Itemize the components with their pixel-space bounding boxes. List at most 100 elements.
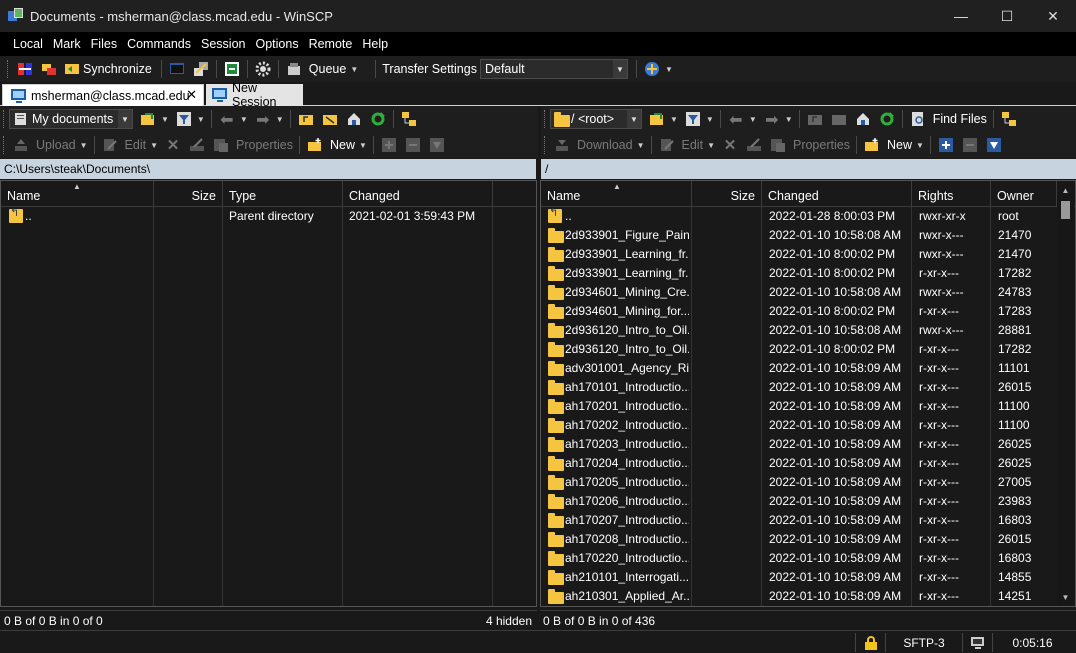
scroll-up-icon[interactable]: ▲ [1057, 182, 1074, 198]
compare-directories-icon[interactable] [14, 58, 36, 80]
menu-commands[interactable]: Commands [122, 37, 196, 51]
table-row[interactable]: 2d933901_Learning_fr... 2022-01-10 8:00:0… [541, 245, 1075, 264]
home-directory-icon[interactable] [343, 108, 365, 130]
select-all-icon[interactable] [983, 134, 1005, 156]
transfer-options-icon[interactable] [641, 58, 663, 80]
filter-dropdown-icon[interactable]: ▼ [706, 115, 714, 124]
queue-icon[interactable] [283, 58, 305, 80]
local-hidden-count[interactable]: 4 hidden [486, 614, 532, 628]
menu-files[interactable]: Files [86, 37, 122, 51]
properties-icon[interactable] [210, 134, 232, 156]
preferences-gear-icon[interactable] [252, 58, 274, 80]
table-row[interactable]: ah210301_Applied_Ar... 2022-01-10 10:58:0… [541, 587, 1075, 606]
menu-session[interactable]: Session [196, 37, 250, 51]
remote-location-select[interactable]: / <root> ▼ [550, 109, 642, 129]
queue-button[interactable]: Queue [306, 62, 350, 76]
close-icon[interactable]: ✕ [186, 87, 197, 103]
edit-dropdown-icon[interactable]: ▼ [707, 141, 715, 150]
parent-directory-icon[interactable] [804, 108, 826, 130]
column-name[interactable]: ▲ Name [541, 181, 692, 207]
properties-icon[interactable] [767, 134, 789, 156]
table-row[interactable]: ah170220_Introductio... 2022-01-10 10:58:… [541, 549, 1075, 568]
open-directory-icon[interactable] [137, 108, 159, 130]
table-row[interactable]: ah170202_Introductio... 2022-01-10 10:58:… [541, 416, 1075, 435]
properties-button[interactable]: Properties [233, 138, 296, 152]
open-directory-dropdown-icon[interactable]: ▼ [161, 115, 169, 124]
local-path-bar[interactable]: C:\Users\steak\Documents\ [0, 159, 536, 179]
back-arrow-icon[interactable]: ⬅ [725, 108, 747, 130]
back-arrow-icon[interactable]: ⬅ [216, 108, 238, 130]
download-icon[interactable] [551, 134, 573, 156]
root-directory-icon[interactable] [319, 108, 341, 130]
select-files-icon[interactable] [935, 134, 957, 156]
table-row[interactable]: 2d934601_Mining_Cre... 2022-01-10 10:58:0… [541, 283, 1075, 302]
column-size[interactable]: Size [692, 181, 762, 207]
root-directory-icon[interactable] [828, 108, 850, 130]
remote-scrollbar[interactable]: ▲ ▼ [1057, 182, 1074, 605]
maximize-button[interactable]: ☐ [984, 0, 1030, 32]
menu-remote[interactable]: Remote [304, 37, 358, 51]
local-location-select[interactable]: My documents ▼ [9, 109, 133, 129]
new-folder-icon[interactable] [861, 134, 883, 156]
rename-icon[interactable] [186, 134, 208, 156]
edit-icon[interactable] [99, 134, 121, 156]
download-button[interactable]: Download [574, 138, 636, 152]
forward-arrow-icon[interactable]: ➡ [252, 108, 274, 130]
console-icon[interactable] [166, 58, 188, 80]
menu-options[interactable]: Options [250, 37, 303, 51]
protocol-status[interactable]: SFTP-3 [885, 633, 962, 652]
new-folder-icon[interactable] [304, 134, 326, 156]
upload-icon[interactable] [10, 134, 32, 156]
home-directory-icon[interactable] [852, 108, 874, 130]
new-button[interactable]: New [327, 138, 358, 152]
table-row[interactable]: ah170206_Introductio... 2022-01-10 10:58:… [541, 492, 1075, 511]
properties-button[interactable]: Properties [790, 138, 853, 152]
find-files-button[interactable]: Find Files [930, 112, 990, 126]
back-dropdown-icon[interactable]: ▼ [240, 115, 248, 124]
filter-dropdown-icon[interactable]: ▼ [197, 115, 205, 124]
table-row[interactable]: ah170201_Introductio... 2022-01-10 10:58:… [541, 397, 1075, 416]
edit-button[interactable]: Edit [122, 138, 150, 152]
column-changed[interactable]: Changed [343, 181, 493, 207]
refresh-icon[interactable] [876, 108, 898, 130]
connection-status[interactable] [962, 633, 992, 652]
remote-file-list[interactable]: ▲ Name Size Changed Rights Owner .. 2022-… [540, 180, 1076, 607]
delete-icon[interactable]: ✕ [719, 134, 741, 156]
edit-icon[interactable] [656, 134, 678, 156]
refresh-icon[interactable] [367, 108, 389, 130]
toolbar-grip[interactable] [3, 110, 6, 128]
column-changed[interactable]: Changed [762, 181, 912, 207]
table-row[interactable]: 2d934601_Mining_for... 2022-01-10 8:00:02… [541, 302, 1075, 321]
tab-new-session[interactable]: New Session [206, 81, 303, 109]
new-button[interactable]: New [884, 138, 915, 152]
forward-arrow-icon[interactable]: ➡ [761, 108, 783, 130]
toolbar-grip[interactable] [3, 136, 6, 154]
table-row[interactable]: ah170101_Introductio... 2022-01-10 10:58:… [541, 378, 1075, 397]
table-row[interactable]: adv301001_Agency_Ri... 2022-01-10 10:58:0… [541, 359, 1075, 378]
scrollbar-thumb[interactable] [1061, 201, 1070, 219]
transfer-settings-select[interactable]: Default ▼ [479, 59, 628, 79]
rename-icon[interactable] [743, 134, 765, 156]
open-directory-icon[interactable] [646, 108, 668, 130]
upload-dropdown-icon[interactable]: ▼ [80, 141, 88, 150]
remote-path-bar[interactable]: / [541, 159, 1076, 179]
find-files-icon[interactable] [907, 108, 929, 130]
chevron-down-icon[interactable]: ▼ [627, 110, 641, 128]
table-row[interactable]: ah210101_Interrogati... 2022-01-10 10:58:… [541, 568, 1075, 587]
edit-dropdown-icon[interactable]: ▼ [150, 141, 158, 150]
table-row[interactable]: ah170204_Introductio... 2022-01-10 10:58:… [541, 454, 1075, 473]
select-all-icon[interactable] [426, 134, 448, 156]
table-row[interactable]: ah170205_Introductio... 2022-01-10 10:58:… [541, 473, 1075, 492]
queue-dropdown-icon[interactable]: ▼ [350, 65, 358, 74]
toolbar-grip[interactable] [544, 136, 547, 154]
toolbar-grip[interactable] [7, 60, 10, 78]
close-button[interactable]: ✕ [1030, 0, 1076, 32]
table-row[interactable]: 2d933901_Figure_Pain... 2022-01-10 10:58:… [541, 226, 1075, 245]
table-row[interactable]: 2d933901_Learning_fr... 2022-01-10 8:00:0… [541, 264, 1075, 283]
unselect-files-icon[interactable] [402, 134, 424, 156]
table-row[interactable]: ah170208_Introductio... 2022-01-10 10:58:… [541, 530, 1075, 549]
local-file-list[interactable]: ▲ Name Size Type Changed .. Parent direc… [0, 180, 537, 607]
encryption-status[interactable] [855, 633, 885, 652]
table-row[interactable]: .. Parent directory 2021-02-01 3:59:43 P… [1, 206, 536, 226]
minimize-button[interactable]: — [938, 0, 984, 32]
